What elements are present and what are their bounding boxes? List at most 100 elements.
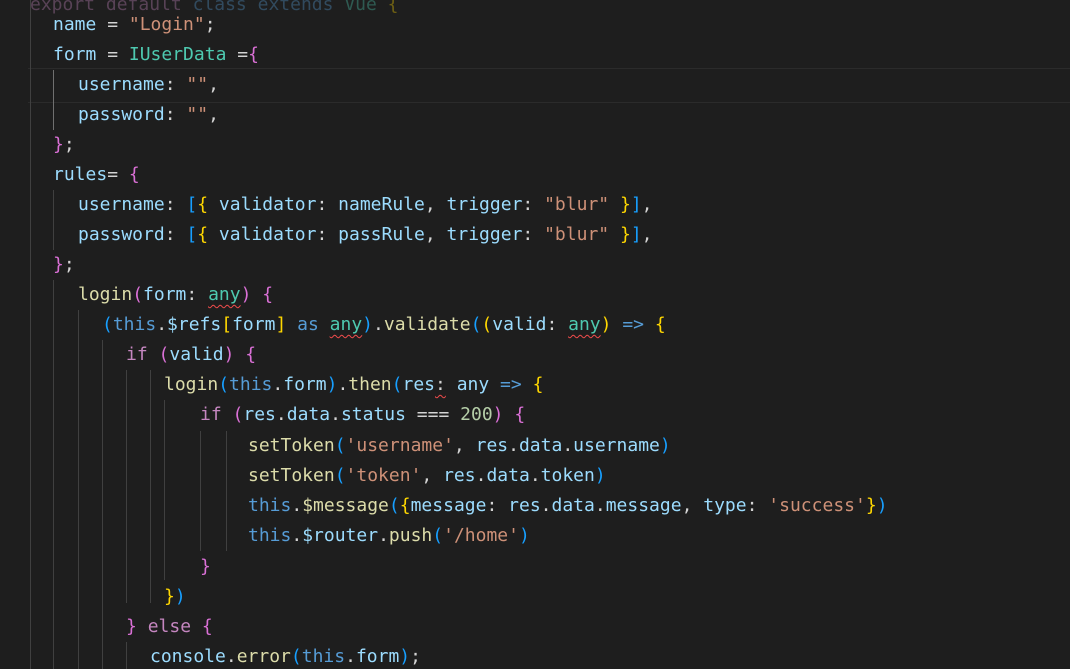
code-token: this	[112, 314, 157, 335]
code-token: password	[78, 104, 165, 125]
code-token: setToken	[248, 465, 335, 486]
code-token: valid	[169, 344, 224, 365]
code-token: .	[337, 374, 349, 395]
code-token: $message	[302, 495, 389, 516]
code-token: )	[518, 525, 530, 546]
code-line: } else {	[126, 612, 213, 642]
code-token: {	[654, 314, 666, 335]
code-token: $refs	[167, 314, 222, 335]
code-token: :	[164, 224, 187, 245]
code-token: ,	[208, 104, 219, 125]
code-token: 'token'	[345, 465, 422, 486]
code-token: console	[150, 646, 226, 667]
code-token: :	[164, 74, 187, 95]
code-token: .	[275, 404, 287, 425]
indent-guide	[126, 370, 127, 603]
code-line: username: [{ validator: nameRule, trigge…	[78, 190, 653, 220]
code-token: trigger	[446, 224, 523, 245]
code-token: ,	[641, 224, 653, 245]
code-token: .	[594, 495, 606, 516]
code-line: password: "",	[78, 100, 219, 130]
indent-guide	[53, 70, 54, 130]
code-token: :	[316, 194, 339, 215]
code-token: form	[283, 374, 327, 395]
code-token: token	[540, 465, 595, 486]
code-token: {	[197, 224, 209, 245]
code-token: status	[340, 404, 406, 425]
code-token: :	[316, 224, 339, 245]
code-token: {	[248, 44, 259, 65]
code-token: passRule	[338, 224, 425, 245]
code-token: form	[53, 44, 97, 65]
code-token: res	[475, 435, 509, 456]
code-token: any	[329, 314, 363, 335]
code-token: nameRule	[338, 194, 425, 215]
code-token: validator	[218, 194, 317, 215]
code-line: if (res.data.status === 200) {	[200, 400, 525, 430]
code-token: )	[600, 314, 612, 335]
code-token: .	[225, 646, 237, 667]
indent-guide	[102, 340, 103, 669]
code-token: Vue	[344, 0, 377, 15]
code-token: name	[53, 14, 97, 35]
code-token: }	[200, 556, 211, 577]
code-token: ;	[63, 134, 75, 155]
code-token: else	[147, 616, 192, 637]
code-token: username	[78, 194, 165, 215]
code-token: (	[158, 344, 170, 365]
code-token: ]	[275, 314, 287, 335]
code-token: .	[291, 495, 303, 516]
code-token: ]	[630, 194, 642, 215]
code-token: '/home'	[443, 525, 519, 546]
code-token: (	[334, 465, 346, 486]
code-token: this	[301, 646, 346, 667]
code-token: username	[78, 74, 165, 95]
code-token: :	[164, 104, 187, 125]
code-token: (	[334, 435, 346, 456]
code-token: (	[232, 404, 244, 425]
code-token: }	[164, 586, 175, 607]
code-token: ""	[186, 104, 209, 125]
code-token: {	[197, 194, 209, 215]
code-token: )	[659, 435, 671, 456]
code-token: .	[330, 404, 341, 425]
code-token: )	[594, 465, 606, 486]
code-token: ;	[410, 646, 421, 667]
code-token: data	[551, 495, 595, 516]
code-token: ;	[204, 14, 216, 35]
code-token: this	[229, 374, 273, 395]
code-token: (	[470, 314, 482, 335]
code-token: =>	[622, 314, 645, 335]
code-token: :	[522, 224, 545, 245]
code-token: push	[388, 525, 433, 546]
code-token: ""	[186, 74, 209, 95]
code-token: ,	[421, 465, 444, 486]
code-token: :	[186, 284, 209, 305]
code-token: 'success'	[768, 495, 866, 516]
code-token: form	[143, 284, 187, 305]
indent-guide	[53, 280, 54, 669]
code-token: message	[605, 495, 682, 516]
code-token: :	[546, 314, 569, 335]
code-line: password: [{ validator: passRule, trigge…	[78, 220, 653, 250]
code-token: login	[164, 374, 219, 395]
code-token: then	[348, 374, 392, 395]
code-token: =	[226, 44, 249, 65]
code-editor[interactable]: export default class extends Vue {name =…	[0, 0, 1070, 669]
code-token: this	[248, 525, 292, 546]
code-token: ;	[63, 254, 75, 275]
code-token: any	[456, 374, 490, 395]
code-line: rules= {	[53, 160, 140, 190]
code-token: password	[78, 224, 165, 245]
code-token: type	[703, 495, 747, 516]
code-token: trigger	[446, 194, 523, 215]
code-token: res	[243, 404, 276, 425]
code-token: (	[432, 525, 444, 546]
